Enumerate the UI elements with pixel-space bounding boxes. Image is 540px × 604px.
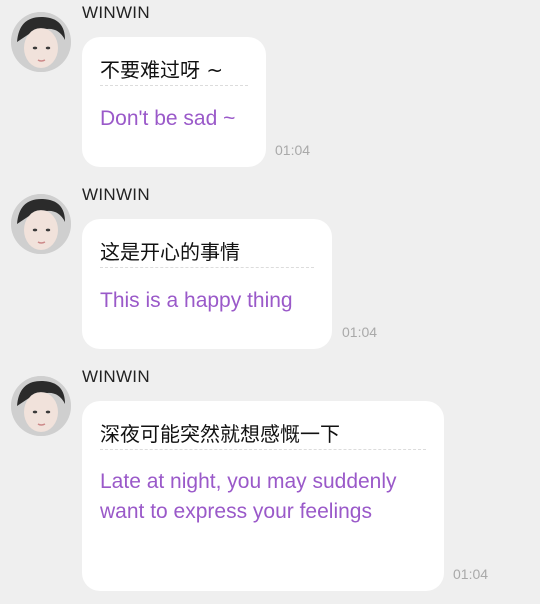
timestamp: 01:04 [342,324,378,340]
original-text: 这是开心的事情 [100,240,240,264]
message-bubble[interactable]: 这是开心的事情 This is a happy thing [82,219,332,349]
timestamp: 01:04 [275,142,311,158]
avatar[interactable] [11,194,71,254]
sender-name: WINWIN [82,3,150,22]
message-bubble[interactable]: 深夜可能突然就想感慨一下 Late at night, you may sudd… [82,401,444,591]
avatar-photo-icon [11,12,71,72]
translation-text: Late at night, you may suddenly want to … [100,470,397,523]
translation-text: Don't be sad ~ [100,107,236,130]
timestamp: 01:04 [453,566,489,582]
original-text: 深夜可能突然就想感慨一下 [100,422,340,446]
message-bubble[interactable]: 不要难过呀 ~ Don't be sad ~ [82,37,266,167]
avatar[interactable] [11,12,71,72]
sender-name: WINWIN [82,185,150,204]
original-text: 不要难过呀 ~ [100,58,224,82]
sender-name: WINWIN [82,367,150,386]
avatar-photo-icon [11,376,71,436]
translation-text: This is a happy thing [100,289,293,312]
avatar[interactable] [11,376,71,436]
avatar-photo-icon [11,194,71,254]
